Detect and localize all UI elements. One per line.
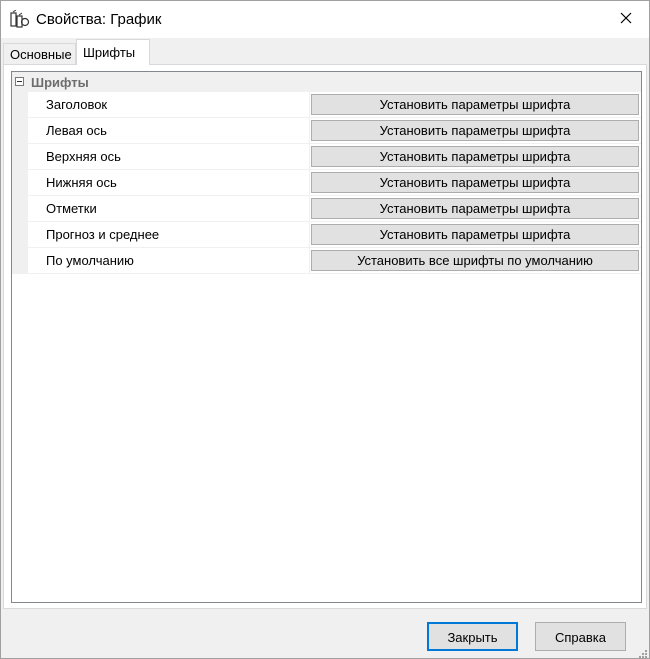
column-divider	[309, 196, 310, 222]
close-icon	[620, 12, 632, 27]
category-row-fonts[interactable]: Шрифты	[12, 72, 641, 92]
window-title: Свойства: График	[36, 11, 162, 28]
column-divider	[309, 144, 310, 170]
category-label: Шрифты	[31, 75, 89, 90]
property-name: По умолчанию	[46, 253, 134, 268]
property-row-forecast-average[interactable]: Прогноз и среднее Установить параметры ш…	[28, 222, 641, 248]
property-name: Левая ось	[46, 123, 107, 138]
column-divider	[309, 222, 310, 248]
set-font-button-top-axis[interactable]: Установить параметры шрифта	[311, 146, 639, 167]
property-row-left-axis[interactable]: Левая ось Установить параметры шрифта	[28, 118, 641, 144]
properties-dialog: Свойства: График Основные Шрифты Шрифты …	[0, 0, 650, 659]
property-name: Прогноз и среднее	[46, 227, 160, 242]
property-row-bottom-axis[interactable]: Нижняя ось Установить параметры шрифта	[28, 170, 641, 196]
tab-fonts[interactable]: Шрифты	[76, 39, 150, 65]
column-divider	[309, 118, 310, 144]
reset-all-fonts-button[interactable]: Установить все шрифты по умолчанию	[311, 250, 639, 271]
chart-app-icon	[10, 9, 30, 30]
property-name: Нижняя ось	[46, 175, 117, 190]
property-row-title[interactable]: Заголовок Установить параметры шрифта	[28, 92, 641, 118]
close-button[interactable]: Закрыть	[427, 622, 518, 651]
tab-strip: Основные Шрифты	[3, 39, 647, 65]
property-row-top-axis[interactable]: Верхняя ось Установить параметры шрифта	[28, 144, 641, 170]
column-divider	[309, 248, 310, 274]
set-font-button-left-axis[interactable]: Установить параметры шрифта	[311, 120, 639, 141]
set-font-button-marks[interactable]: Установить параметры шрифта	[311, 198, 639, 219]
property-name: Верхняя ось	[46, 149, 121, 164]
size-grip-icon[interactable]	[637, 646, 647, 658]
tab-general[interactable]: Основные	[3, 43, 76, 64]
set-font-button-forecast-average[interactable]: Установить параметры шрифта	[311, 224, 639, 245]
property-name: Заголовок	[46, 97, 108, 112]
close-window-button[interactable]	[603, 1, 649, 38]
grid-left-gutter	[12, 92, 28, 274]
title-bar: Свойства: График	[1, 1, 649, 38]
column-divider	[309, 170, 310, 196]
fonts-tab-panel: Шрифты Заголовок Установить параметры шр…	[3, 64, 647, 609]
column-divider	[309, 92, 310, 118]
set-font-button-title[interactable]: Установить параметры шрифта	[311, 94, 639, 115]
property-row-marks[interactable]: Отметки Установить параметры шрифта	[28, 196, 641, 222]
property-grid: Шрифты Заголовок Установить параметры шр…	[11, 71, 642, 603]
property-name: Отметки	[46, 201, 97, 216]
property-row-default[interactable]: По умолчанию Установить все шрифты по ум…	[28, 248, 641, 274]
help-button[interactable]: Справка	[535, 622, 626, 651]
minus-box-icon[interactable]	[15, 77, 24, 86]
set-font-button-bottom-axis[interactable]: Установить параметры шрифта	[311, 172, 639, 193]
